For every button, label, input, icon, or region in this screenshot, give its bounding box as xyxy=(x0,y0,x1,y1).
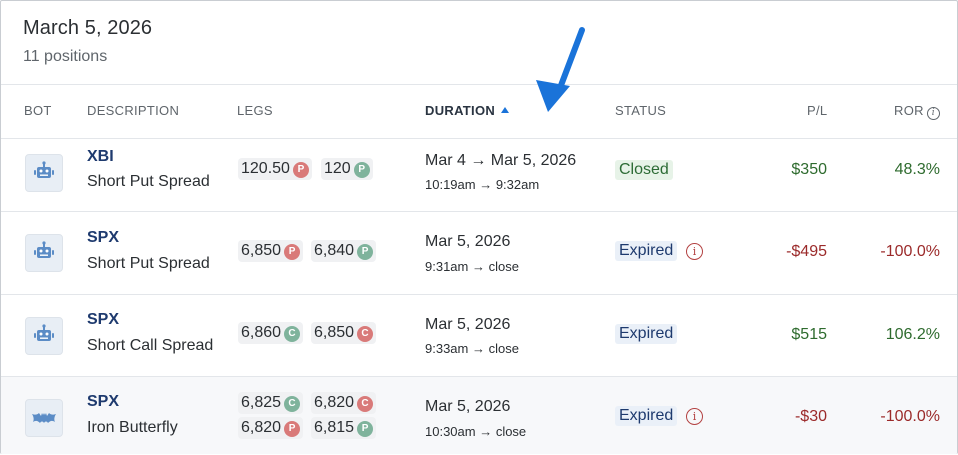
table-row[interactable]: SPX Short Call Spread 6,860 C 6,850 C Mar … xyxy=(1,295,957,377)
column-header-ror[interactable]: ROR i xyxy=(894,103,940,120)
page-title: March 5, 2026 xyxy=(23,17,153,39)
duration-dates: Mar 5, 2026 xyxy=(425,316,511,333)
call-badge: C xyxy=(284,326,301,342)
info-icon[interactable]: i xyxy=(926,107,940,120)
robot-icon xyxy=(25,234,63,272)
robot-icon xyxy=(25,154,63,192)
column-header-ror-label: ROR xyxy=(894,103,924,118)
panel-header: March 5, 2026 11 positions xyxy=(23,17,152,66)
pl-value: $350 xyxy=(791,161,827,178)
position-strategy: Short Put Spread xyxy=(87,173,210,190)
column-header-bot[interactable]: BOT xyxy=(24,103,52,118)
table-row[interactable]: XBI Short Put Spread 120.50 P 120 P Mar 4 … xyxy=(1,138,957,212)
duration-times: 9:33am → close xyxy=(425,341,519,356)
leg-strike: 6,820 xyxy=(241,419,282,436)
bat-icon xyxy=(25,399,63,437)
leg-strike: 6,860 xyxy=(241,324,282,341)
column-header-duration-label: DURATION xyxy=(425,103,496,118)
leg-chip: 6,820 P xyxy=(238,417,304,439)
pl-value: -$30 xyxy=(794,408,827,425)
leg-strike: 120 xyxy=(324,160,351,177)
duration-dates: Mar 5, 2026 xyxy=(425,398,511,415)
table-row[interactable]: SPX Short Put Spread 6,850 P 6,840 P Mar 5… xyxy=(1,212,957,295)
duration-times: 10:19am → 9:32am xyxy=(425,177,540,192)
ror-value: -100.0% xyxy=(880,243,940,260)
status-badge: Expired xyxy=(615,406,678,426)
column-header-status[interactable]: STATUS xyxy=(615,103,666,118)
sort-ascending-icon xyxy=(501,107,510,113)
leg-strike: 6,850 xyxy=(241,242,282,259)
leg-chip: 6,825 C xyxy=(238,392,304,414)
table-row[interactable]: SPX Iron Butterfly 6,825 C 6,820 C 6,820 P … xyxy=(1,377,957,454)
leg-chip: 6,860 C xyxy=(238,322,304,344)
put-badge: P xyxy=(357,421,374,437)
positions-panel: March 5, 2026 11 positions BOT DESCRIPTI… xyxy=(0,0,958,454)
position-symbol[interactable]: XBI xyxy=(87,148,114,166)
position-strategy: Short Call Spread xyxy=(87,337,214,354)
status-badge: Expired xyxy=(615,241,678,261)
duration-dates: Mar 5, 2026 xyxy=(425,233,511,250)
robot-icon xyxy=(25,317,63,355)
call-badge: C xyxy=(357,396,374,412)
pl-value: $515 xyxy=(791,326,827,343)
leg-strike: 120.50 xyxy=(241,160,290,177)
put-badge: P xyxy=(284,244,301,260)
ror-value: 106.2% xyxy=(885,326,940,343)
leg-strike: 6,820 xyxy=(314,394,355,411)
duration-dates: Mar 4 → Mar 5, 2026 xyxy=(425,152,577,169)
column-header-legs[interactable]: LEGS xyxy=(237,103,273,118)
warning-info-icon[interactable]: i xyxy=(686,408,703,425)
duration-times: 10:30am → close xyxy=(425,424,527,439)
status-badge: Closed xyxy=(615,160,673,180)
warning-info-icon[interactable]: i xyxy=(686,243,703,260)
leg-chip: 6,850 C xyxy=(311,322,377,344)
positions-count: 11 positions xyxy=(23,48,108,65)
put-badge: P xyxy=(292,162,309,178)
annotation-arrow-icon xyxy=(536,27,585,112)
ror-value: -100.0% xyxy=(880,408,940,425)
position-strategy: Iron Butterfly xyxy=(87,419,178,436)
position-symbol[interactable]: SPX xyxy=(87,393,119,411)
put-badge: P xyxy=(357,244,374,260)
column-header-pl[interactable]: P/L xyxy=(807,103,827,118)
status-badge: Expired xyxy=(615,324,678,344)
duration-times: 9:31am → close xyxy=(425,259,519,274)
leg-chip: 6,815 P xyxy=(311,417,377,439)
column-header-description[interactable]: DESCRIPTION xyxy=(87,103,179,118)
leg-strike: 6,840 xyxy=(314,242,355,259)
leg-chip: 120.50 P xyxy=(238,158,312,180)
ror-value: 48.3% xyxy=(894,161,940,178)
position-strategy: Short Put Spread xyxy=(87,255,210,272)
leg-strike: 6,815 xyxy=(314,419,355,436)
call-badge: C xyxy=(357,326,374,342)
put-badge: P xyxy=(284,421,301,437)
leg-strike: 6,850 xyxy=(314,324,355,341)
position-symbol[interactable]: SPX xyxy=(87,229,119,247)
leg-chip: 6,820 C xyxy=(311,392,377,414)
call-badge: C xyxy=(284,396,301,412)
table-header: BOT DESCRIPTION LEGS DURATION STATUS P/L… xyxy=(1,84,957,139)
column-header-duration[interactable]: DURATION xyxy=(425,103,510,118)
pl-value: -$495 xyxy=(786,243,827,260)
leg-chip: 6,840 P xyxy=(311,240,377,262)
leg-chip: 120 P xyxy=(321,158,373,180)
leg-chip: 6,850 P xyxy=(238,240,304,262)
put-badge: P xyxy=(353,162,370,178)
leg-strike: 6,825 xyxy=(241,394,282,411)
position-symbol[interactable]: SPX xyxy=(87,311,119,329)
